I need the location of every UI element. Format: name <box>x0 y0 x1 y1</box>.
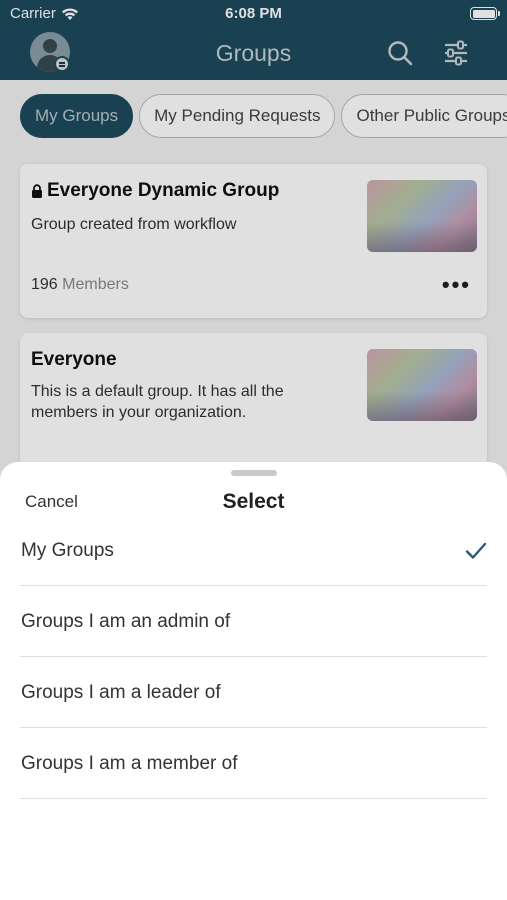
option-label: Groups I am an admin of <box>21 611 231 632</box>
sheet-grabber[interactable] <box>231 470 277 476</box>
option-my-groups[interactable]: My Groups <box>20 516 487 586</box>
option-label: Groups I am a leader of <box>21 682 221 703</box>
select-bottom-sheet: Cancel Select My Groups Groups I am an a… <box>0 462 507 900</box>
checkmark-icon <box>465 542 487 559</box>
option-label: My Groups <box>21 540 114 561</box>
option-label: Groups I am a member of <box>21 753 238 774</box>
option-member-groups[interactable]: Groups I am a member of <box>20 728 487 799</box>
sheet-title: Select <box>222 490 285 513</box>
option-admin-groups[interactable]: Groups I am an admin of <box>20 586 487 657</box>
option-leader-groups[interactable]: Groups I am a leader of <box>20 657 487 728</box>
